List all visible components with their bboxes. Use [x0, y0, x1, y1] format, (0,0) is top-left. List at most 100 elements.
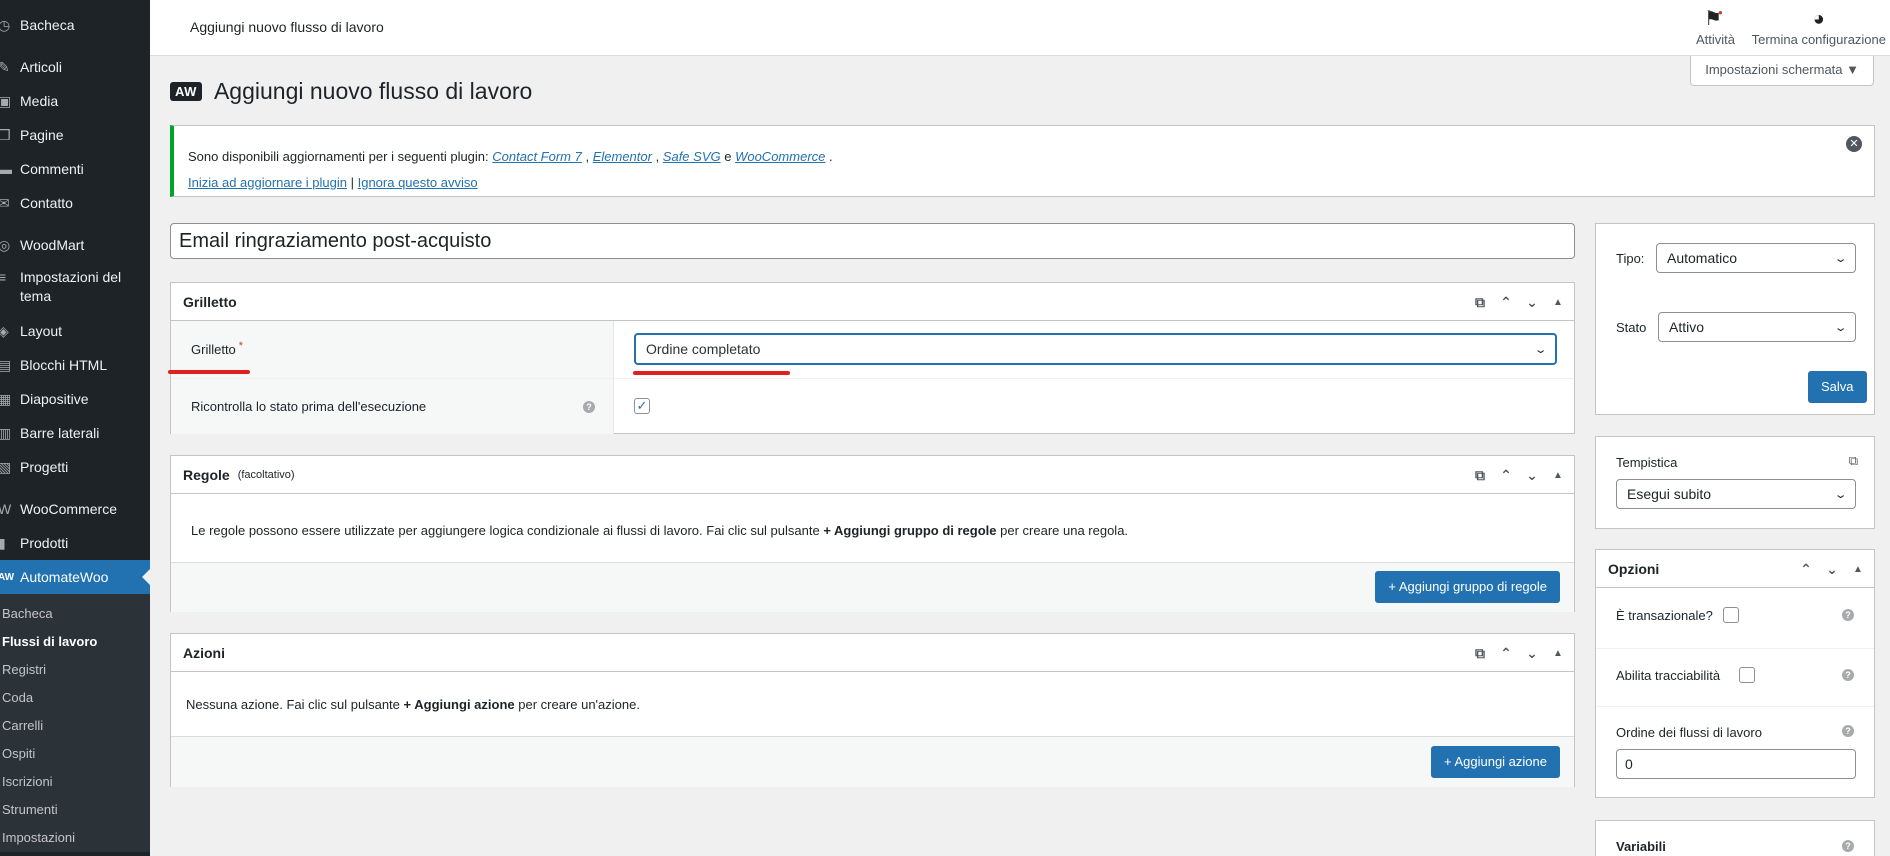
update-notice: Sono disponibili aggiornamenti per i seg… [170, 125, 1875, 197]
menu-automatewoo[interactable]: AW AutomateWoo [0, 560, 150, 594]
options-box-title: Opzioni [1608, 560, 1660, 577]
layers-icon: ◈ [0, 322, 9, 339]
notice-message: Sono disponibili aggiornamenti per i seg… [188, 144, 1860, 170]
menu-diapositive[interactable]: ▦ Diapositive [0, 382, 150, 416]
plugin-link-elementor[interactable]: Elementor [593, 149, 652, 164]
menu-barre-laterali[interactable]: ▥ Barre laterali [0, 416, 150, 450]
help-icon[interactable]: ? [1842, 669, 1854, 681]
menu-label: Barre laterali [20, 425, 100, 441]
save-button[interactable]: Salva [1808, 371, 1867, 403]
actions-box-header: Azioni ⧉ ⌃ ⌄ ▲ [171, 634, 1574, 672]
menu-bacheca[interactable]: ◷ Bacheca [0, 8, 150, 42]
pages-icon: ❒ [0, 126, 11, 143]
help-icon[interactable]: ? [1842, 840, 1854, 852]
menu-blocchi-html[interactable]: ▤ Blocchi HTML [0, 348, 150, 382]
add-action-button[interactable]: + Aggiungi azione [1430, 746, 1560, 778]
collapse-triangle-icon[interactable]: ▲ [1550, 470, 1566, 481]
plugin-link-woocommerce[interactable]: WooCommerce [735, 149, 825, 164]
type-select[interactable]: Automatico ⌄ [1656, 243, 1856, 273]
chevron-down-icon: ⌄ [1533, 343, 1548, 356]
plugin-link-cf7[interactable]: Contact Form 7 [492, 149, 582, 164]
submenu-impostazioni[interactable]: Impostazioni [0, 824, 150, 852]
topbar-title: Aggiungi nuovo flusso di lavoro [190, 19, 384, 35]
chevron-down-icon[interactable]: ⌄ [1524, 467, 1540, 484]
menu-media[interactable]: ▣ Media [0, 84, 150, 118]
code-icon: ▤ [0, 356, 12, 373]
external-link-icon[interactable]: ⧉ [1849, 453, 1858, 469]
help-icon[interactable]: ? [1842, 725, 1854, 737]
admin-sidebar: ◷ Bacheca ✎ Articoli ▣ Media ❒ Pagine ▬ Comme… [0, 0, 150, 856]
chevron-down-icon[interactable]: ⌄ [1824, 561, 1840, 578]
submenu-iscrizioni[interactable]: Iscrizioni [0, 768, 150, 796]
menu-label: Layout [20, 323, 63, 339]
submenu-bacheca[interactable]: Bacheca [0, 600, 150, 628]
collapse-triangle-icon[interactable]: ▲ [1550, 297, 1566, 308]
trigger-box: Grilletto ⧉ ⌃ ⌄ ▲ Grilletto * Ordine comp… [170, 282, 1575, 434]
help-icon[interactable]: ? [1842, 609, 1854, 621]
menu-label: Bacheca [20, 17, 75, 33]
screen-options-button[interactable]: Impostazioni schermata ▼ [1690, 56, 1874, 86]
transactional-checkbox[interactable] [1723, 607, 1739, 623]
annotation-underline-value [633, 371, 790, 375]
chevron-down-icon[interactable]: ⌄ [1524, 294, 1540, 311]
collapse-triangle-icon[interactable]: ▲ [1550, 648, 1566, 659]
submenu-carrelli[interactable]: Carrelli [0, 712, 150, 740]
rules-desc-bold: + Aggiungi gruppo di regole [823, 523, 997, 538]
add-rule-group-button[interactable]: + Aggiungi gruppo di regole [1375, 571, 1560, 603]
menu-layout[interactable]: ◈ Layout [0, 314, 150, 348]
submenu-registri[interactable]: Registri [0, 656, 150, 684]
actions-description: Nessuna azione. Fai clic sul pulsante + … [186, 697, 640, 712]
timing-label: Tempistica [1616, 455, 1678, 470]
external-link-icon[interactable]: ⧉ [1472, 467, 1488, 484]
status-select[interactable]: Attivo ⌄ [1658, 312, 1856, 342]
publish-box: Tipo: Automatico ⌄ Stato Attivo ⌄ Salva [1595, 223, 1875, 415]
menu-impostazioni-tema[interactable]: ≡ Impostazioni del tema [0, 262, 150, 314]
submenu-strumenti[interactable]: Strumenti [0, 796, 150, 824]
activity-button[interactable]: ⚑● Attività [1696, 6, 1735, 47]
trigger-select[interactable]: Ordine completato ⌄ [634, 333, 1557, 365]
plugin-link-safe-svg[interactable]: Safe SVG [663, 149, 721, 164]
notice-actions: Inizia ad aggiornare i plugin | Ignora q… [188, 170, 1860, 196]
actions-footer: + Aggiungi azione [171, 736, 1574, 787]
chevron-down-icon: ⌄ [1833, 252, 1848, 265]
woodmart-icon: ◎ [0, 236, 11, 253]
menu-articoli[interactable]: ✎ Articoli [0, 50, 150, 84]
menu-woodmart[interactable]: ◎ WoodMart [0, 228, 150, 262]
menu-commenti[interactable]: ▬ Commenti [0, 152, 150, 186]
automatewoo-logo: AW [170, 82, 202, 101]
external-link-icon[interactable]: ⧉ [1472, 294, 1488, 311]
menu-prodotti[interactable]: ▮ Prodotti [0, 526, 150, 560]
workflow-title-input[interactable]: Email ringraziamento post-acquisto [170, 223, 1575, 259]
submenu-flussi-di-lavoro[interactable]: Flussi di lavoro [0, 628, 150, 656]
top-bar: Aggiungi nuovo flusso di lavoro ⚑● Attiv… [150, 0, 1890, 86]
submenu-ospiti[interactable]: Ospiti [0, 740, 150, 768]
chevron-up-icon[interactable]: ⌃ [1498, 645, 1514, 662]
update-plugins-link[interactable]: Inizia ad aggiornare i plugin [188, 175, 347, 190]
chevron-up-icon[interactable]: ⌃ [1498, 467, 1514, 484]
help-icon[interactable]: ? [583, 400, 595, 413]
close-icon[interactable]: ✕ [1846, 136, 1862, 152]
menu-woocommerce[interactable]: W WooCommerce [0, 492, 150, 526]
menu-pagine[interactable]: ❒ Pagine [0, 118, 150, 152]
external-link-icon[interactable]: ⧉ [1472, 645, 1488, 662]
menu-label: Prodotti [20, 535, 69, 551]
menu-contatto[interactable]: ✉ Contatto [0, 186, 150, 220]
workflow-order-input[interactable]: 0 [1616, 749, 1856, 779]
collapse-triangle-icon[interactable]: ▲ [1850, 564, 1866, 575]
comments-icon: ▬ [0, 161, 12, 177]
rules-desc-text: Le regole possono essere utilizzate per … [191, 523, 824, 538]
ignore-notice-link[interactable]: Ignora questo avviso [358, 175, 478, 190]
chevron-down-icon[interactable]: ⌄ [1524, 645, 1540, 662]
submenu-coda[interactable]: Coda [0, 684, 150, 712]
finish-setup-button[interactable]: ◕ Termina configurazione [1752, 6, 1886, 47]
menu-label: Diapositive [20, 391, 89, 407]
chevron-up-icon[interactable]: ⌃ [1798, 561, 1814, 578]
tracking-checkbox[interactable] [1739, 667, 1755, 683]
menu-progetti[interactable]: ▧ Progetti [0, 450, 150, 484]
options-box-header: Opzioni ⌃ ⌄ ▲ [1596, 550, 1874, 588]
chevron-up-icon[interactable]: ⌃ [1498, 294, 1514, 311]
recheck-checkbox[interactable]: ✓ [634, 398, 650, 414]
actions-desc-bold: + Aggiungi azione [403, 697, 515, 712]
timing-select[interactable]: Esegui subito ⌄ [1616, 479, 1856, 509]
actions-box-title: Azioni [183, 644, 225, 661]
